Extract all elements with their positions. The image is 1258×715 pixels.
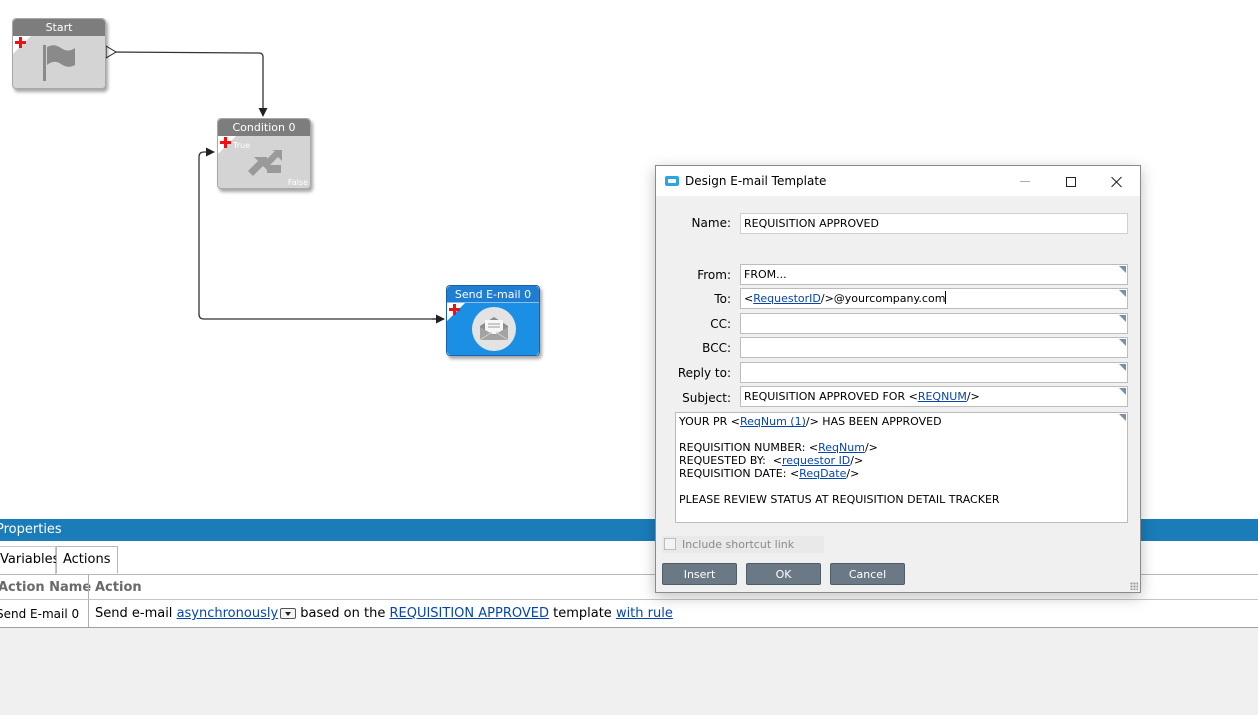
minimize-icon [1020, 181, 1030, 182]
asynchronously-link[interactable]: asynchronously [177, 606, 279, 621]
cc-label: CC: [710, 317, 731, 331]
subject-text: REQUISITION APPROVED FOR < [744, 390, 918, 403]
table-row[interactable]: Send E-mail 0 Send e-mail asynchronously… [0, 600, 1258, 628]
maximize-button[interactable] [1048, 166, 1094, 196]
text-caret [945, 291, 947, 304]
branch-arrow-icon [248, 150, 282, 176]
close-icon [1111, 176, 1123, 188]
tab-actions[interactable]: Actions [56, 546, 118, 574]
reqnum-tag-link[interactable]: ReqNum [818, 441, 865, 454]
body-text: REQUISITION NUMBER: < [679, 441, 819, 454]
body-text: /> [846, 467, 860, 480]
action-text: based on the [296, 606, 390, 621]
bcc-label: BCC: [702, 341, 731, 355]
tab-variables[interactable]: Variables [0, 546, 59, 574]
body-line: REQUISITION DATE: <ReqDate/> [679, 467, 1124, 480]
cc-field[interactable] [740, 313, 1128, 334]
reqnum-1-tag-link[interactable]: ReqNum (1) [740, 415, 806, 428]
include-shortcut-label: Include shortcut link [682, 538, 795, 551]
name-value: REQUISITION APPROVED [744, 217, 879, 230]
column-header-action-name[interactable]: Action Name [0, 575, 91, 600]
body-line: PLEASE REVIEW STATUS AT REQUISITION DETA… [679, 493, 1000, 506]
rule-link[interactable]: with rule [616, 606, 673, 621]
send-email-node-title: Send E-mail 0 [447, 286, 539, 303]
flag-icon [43, 45, 75, 81]
email-body-editor[interactable]: YOUR PR <ReqNum (1)/> HAS BEEN APPROVED … [675, 412, 1128, 523]
mode-dropdown-icon[interactable] [280, 608, 297, 619]
condition-node-title: Condition 0 [218, 119, 310, 136]
subject-text: /> [966, 390, 980, 403]
field-grip-icon [1119, 290, 1126, 297]
action-description-cell: Send e-mail asynchronously based on the … [95, 600, 673, 628]
start-node[interactable]: Start [12, 18, 106, 89]
body-line: REQUESTED BY: <requestor ID/> [679, 454, 1124, 467]
ok-button[interactable]: OK [746, 563, 821, 585]
insert-button[interactable]: Insert [662, 563, 737, 585]
add-action-icon[interactable] [449, 304, 461, 316]
field-grip-icon [1119, 388, 1126, 395]
false-branch-label: False [287, 178, 308, 187]
body-text: /> HAS BEEN APPROVED [805, 415, 942, 428]
column-header-action[interactable]: Action [95, 575, 142, 600]
checkbox-box[interactable] [664, 538, 676, 550]
include-shortcut-checkbox[interactable]: Include shortcut link [662, 536, 824, 553]
to-label: To: [714, 292, 731, 306]
body-text: /> [850, 454, 864, 467]
connector-start-condition [107, 51, 268, 117]
action-name-cell: Send E-mail 0 [0, 607, 80, 621]
action-text: Send e-mail [95, 606, 177, 621]
subject-label: Subject: [682, 391, 731, 405]
field-grip-icon [1119, 266, 1126, 273]
to-text: />@yourcompany.com [820, 292, 946, 305]
condition-node[interactable]: Condition 0 True False [217, 118, 311, 189]
requestor-id-tag-link[interactable]: RequestorID [753, 292, 821, 305]
reply-to-label: Reply to: [677, 366, 731, 380]
field-grip-icon [1119, 414, 1126, 421]
reqnum-tag-link[interactable]: REQNUM [918, 390, 967, 403]
maximize-icon [1066, 176, 1076, 187]
name-field[interactable]: REQUISITION APPROVED [740, 213, 1128, 234]
reply-to-field[interactable] [740, 362, 1128, 383]
to-field[interactable]: <RequestorID/>@yourcompany.com [740, 288, 1128, 309]
action-text: template [548, 606, 616, 621]
field-grip-icon [1119, 364, 1126, 371]
template-link[interactable]: REQUISITION APPROVED [389, 606, 549, 621]
bcc-field[interactable] [740, 337, 1128, 358]
field-grip-icon [1119, 339, 1126, 346]
window-app-icon [665, 176, 679, 186]
envelope-icon [472, 307, 516, 351]
cancel-button[interactable]: Cancel [830, 563, 905, 585]
name-label: Name: [691, 216, 731, 230]
field-grip-icon [1119, 315, 1126, 322]
add-action-icon[interactable] [220, 137, 232, 149]
from-field[interactable]: FROM... [740, 264, 1128, 285]
to-text: < [744, 292, 754, 305]
from-label: From: [697, 268, 731, 282]
close-button[interactable] [1094, 166, 1140, 196]
start-node-title: Start [13, 19, 105, 36]
send-email-node[interactable]: Send E-mail 0 [446, 285, 540, 356]
subject-field[interactable]: REQUISITION APPROVED FOR <REQNUM/> [740, 386, 1128, 407]
minimize-button[interactable] [1002, 166, 1048, 196]
properties-title: Properties [0, 522, 62, 537]
resize-grip[interactable] [1130, 582, 1138, 590]
dialog-title: Design E-mail Template [685, 174, 827, 188]
body-text: REQUESTED BY: < [679, 454, 782, 467]
body-text: YOUR PR < [679, 415, 740, 428]
add-action-icon[interactable] [15, 37, 27, 49]
requestor-id-tag-link[interactable]: requestor ID [782, 454, 850, 467]
body-text: /> [864, 441, 878, 454]
body-line: YOUR PR <ReqNum (1)/> HAS BEEN APPROVED [679, 415, 1124, 428]
email-template-dialog: Design E-mail Template Name: REQUISITION… [655, 165, 1141, 593]
dialog-titlebar[interactable]: Design E-mail Template [656, 166, 1140, 196]
reqdate-tag-link[interactable]: ReqDate [799, 467, 846, 480]
from-value: FROM... [744, 268, 787, 281]
body-line: REQUISITION NUMBER: <ReqNum/> [679, 441, 1124, 454]
start-output-port [105, 45, 117, 59]
body-text: REQUISITION DATE: < [679, 467, 800, 480]
